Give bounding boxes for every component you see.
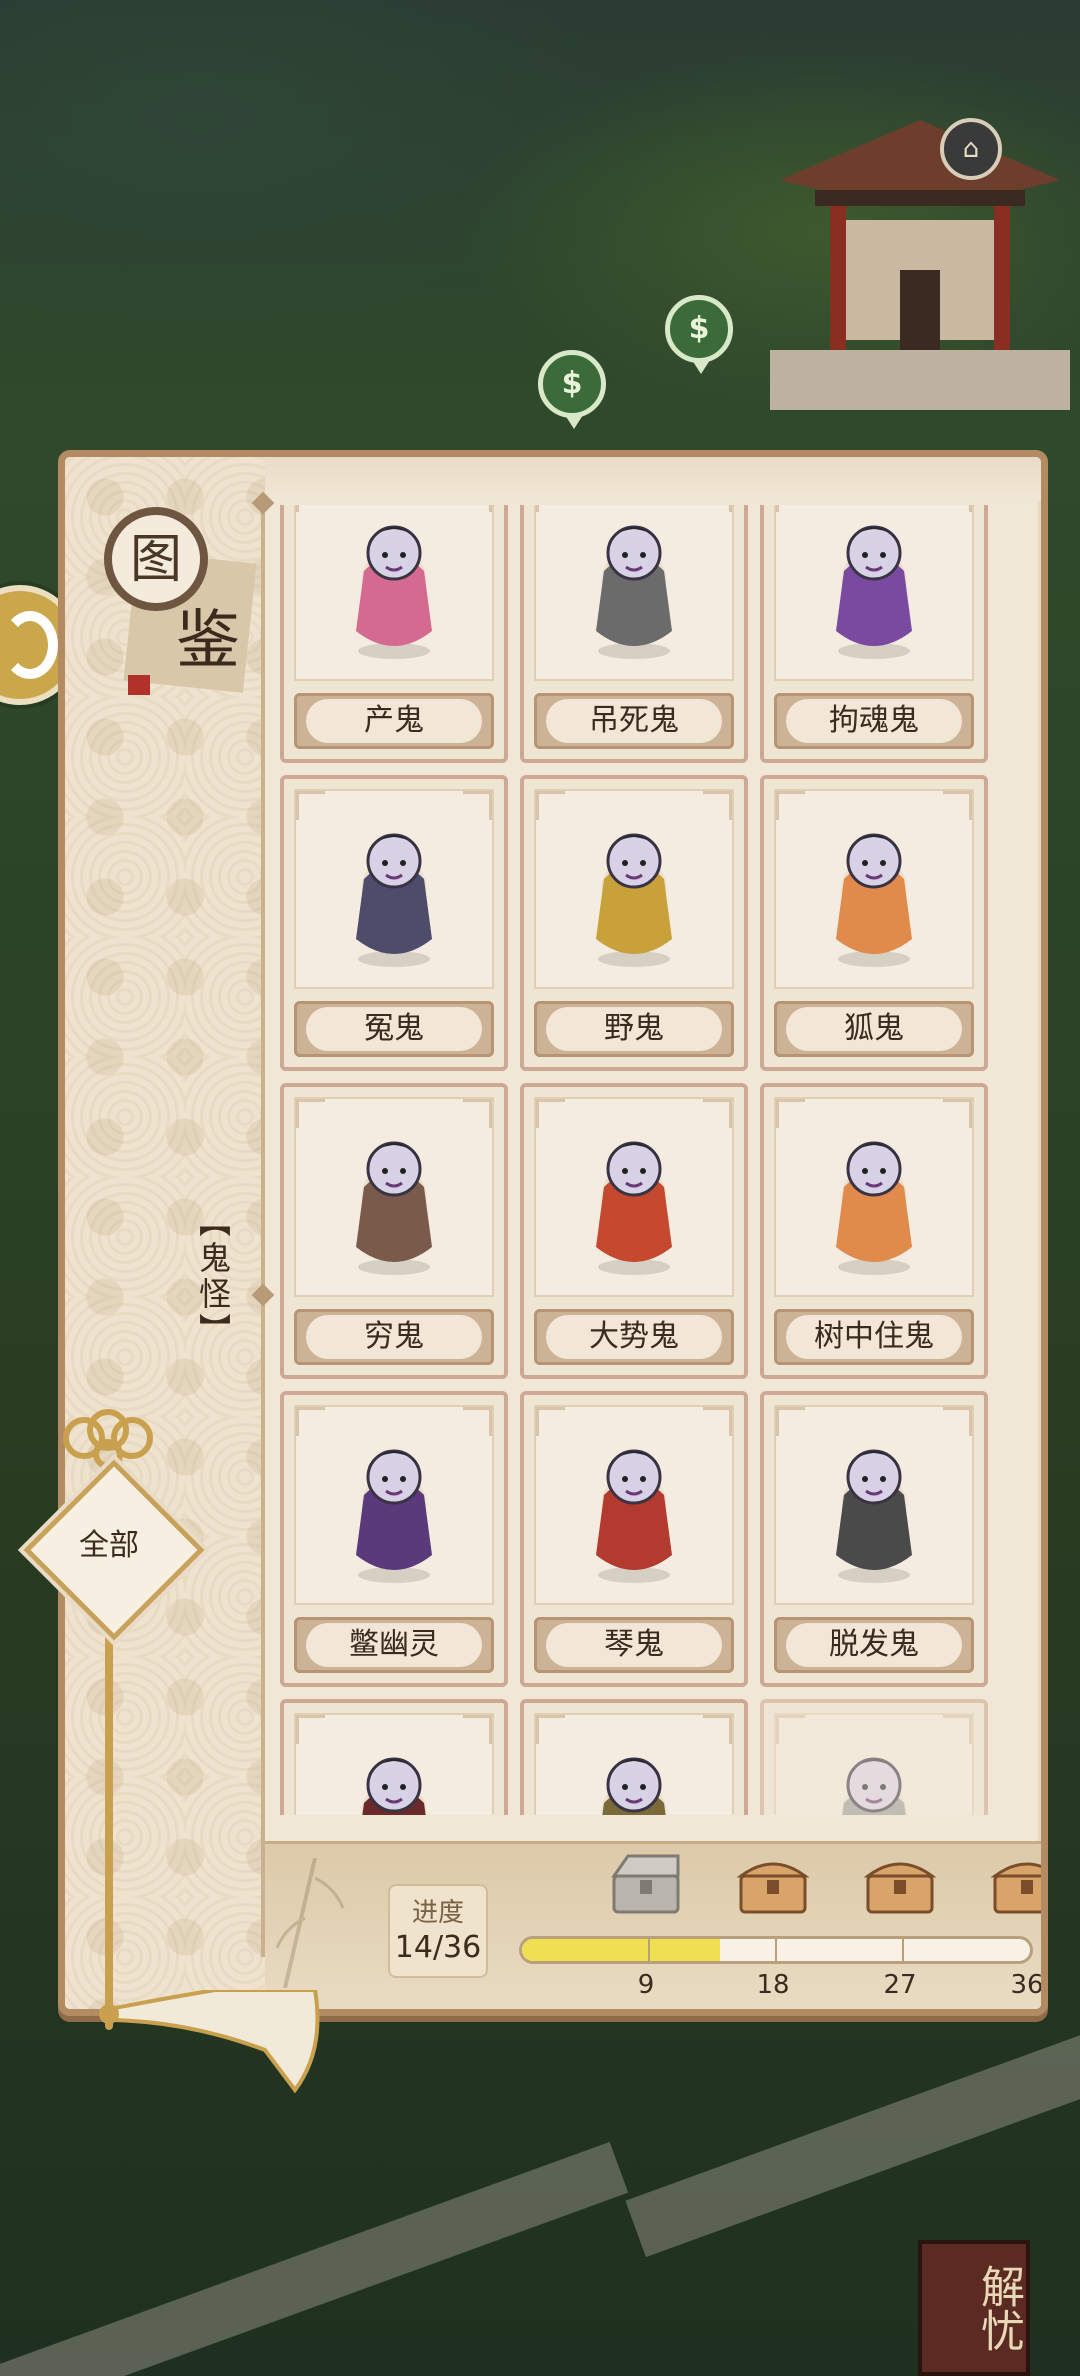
ghost-figure-icon bbox=[836, 833, 912, 967]
ghost-figure-icon bbox=[356, 1449, 432, 1583]
user-icon[interactable]: ⌂ bbox=[940, 118, 1002, 180]
temple-building bbox=[770, 120, 1070, 410]
ghost-name-bar: 狐鬼 bbox=[774, 1001, 974, 1057]
ghost-name-bar: 琴鬼 bbox=[534, 1617, 734, 1673]
ghost-card[interactable] bbox=[760, 1699, 988, 1815]
reward-chest-icon[interactable] bbox=[608, 1854, 684, 1916]
ghost-figure-icon bbox=[842, 1757, 906, 1815]
ghost-figure-icon bbox=[596, 525, 672, 659]
panel-sidebar: 图 鉴 bbox=[65, 457, 265, 2009]
milestone-label: 27 bbox=[883, 1970, 917, 2000]
ghost-name: 大势鬼 bbox=[546, 1315, 722, 1359]
title-char-1: 图 bbox=[130, 530, 182, 590]
ghost-card[interactable] bbox=[280, 1699, 508, 1815]
ghost-name-bar: 大势鬼 bbox=[534, 1309, 734, 1365]
ghost-figure-icon bbox=[836, 525, 912, 659]
progress-tick bbox=[902, 1939, 904, 1961]
milestone-label: 18 bbox=[756, 1970, 790, 2000]
progress-footer: 进度 14/36 9 18 27 36 bbox=[265, 1841, 1044, 2009]
ghost-figure-icon bbox=[356, 833, 432, 967]
reward-chest-icon[interactable] bbox=[989, 1854, 1048, 1916]
sidebar-divider bbox=[251, 491, 275, 1957]
ghost-name-bar: 脱发鬼 bbox=[774, 1617, 974, 1673]
ghost-name: 野鬼 bbox=[546, 1007, 722, 1051]
ghost-name: 吊死鬼 bbox=[546, 699, 722, 743]
progress-fill bbox=[522, 1939, 720, 1961]
ghost-card[interactable]: 吊死鬼 bbox=[520, 505, 748, 763]
filter-all-label[interactable]: 全部 bbox=[50, 1520, 168, 1564]
ghost-name-bar: 鳖幽灵 bbox=[294, 1617, 494, 1673]
ghost-name: 冤鬼 bbox=[306, 1007, 482, 1051]
ghost-figure-icon bbox=[356, 525, 432, 659]
milestone-label: 36 bbox=[1010, 1970, 1044, 2000]
ghost-name-bar: 穷鬼 bbox=[294, 1309, 494, 1365]
reward-chest-icon[interactable] bbox=[735, 1854, 811, 1916]
ghost-name: 产鬼 bbox=[306, 699, 482, 743]
ghost-card[interactable]: 野鬼 bbox=[520, 775, 748, 1071]
ghost-name-bar: 吊死鬼 bbox=[534, 693, 734, 749]
ghost-figure-icon bbox=[836, 1449, 912, 1583]
ghost-card[interactable] bbox=[520, 1699, 748, 1815]
ghost-name-bar: 树中住鬼 bbox=[774, 1309, 974, 1365]
ghost-card[interactable]: 冤鬼 bbox=[280, 775, 508, 1071]
title-char-2: 鉴 bbox=[176, 604, 240, 678]
ghost-name-bar: 产鬼 bbox=[294, 693, 494, 749]
ghost-name: 脱发鬼 bbox=[786, 1623, 962, 1667]
ghost-figure-icon bbox=[836, 1141, 912, 1275]
ghost-figure-icon bbox=[596, 1141, 672, 1275]
ghost-name-bar: 拘魂鬼 bbox=[774, 693, 974, 749]
ghost-figure-icon bbox=[362, 1757, 426, 1815]
ghost-card[interactable]: 鳖幽灵 bbox=[280, 1391, 508, 1687]
collection-title-seal: 图 鉴 bbox=[104, 507, 257, 695]
progress-label: 进度 bbox=[411, 1898, 464, 1928]
milestone-label: 9 bbox=[637, 1970, 655, 2000]
ghost-name: 鳖幽灵 bbox=[306, 1623, 482, 1667]
ghost-card[interactable]: 脱发鬼 bbox=[760, 1391, 988, 1687]
category-label[interactable]: 【鬼怪】 bbox=[191, 1205, 235, 1349]
ghost-name: 拘魂鬼 bbox=[786, 699, 962, 743]
ghost-card[interactable]: 穷鬼 bbox=[280, 1083, 508, 1379]
ghost-name: 琴鬼 bbox=[546, 1623, 722, 1667]
collect-bubble-icon[interactable]: $ bbox=[538, 350, 606, 429]
tassel-decoration bbox=[99, 1990, 320, 2094]
ghost-card[interactable]: 狐鬼 bbox=[760, 775, 988, 1071]
jieyou-sign[interactable]: 解忧 bbox=[918, 2240, 1030, 2376]
ghost-card[interactable]: 琴鬼 bbox=[520, 1391, 748, 1687]
progress-label-box: 进度 14/36 bbox=[388, 1884, 488, 1978]
ghost-name: 狐鬼 bbox=[786, 1007, 962, 1051]
ghost-card[interactable]: 大势鬼 bbox=[520, 1083, 748, 1379]
ghost-card[interactable]: 拘魂鬼 bbox=[760, 505, 988, 763]
ghost-card[interactable]: 树中住鬼 bbox=[760, 1083, 988, 1379]
progress-tick bbox=[648, 1939, 650, 1961]
ghost-figure-icon bbox=[596, 1449, 672, 1583]
ghost-grid[interactable]: 产鬼 吊死鬼 拘魂鬼冤鬼 野鬼 狐鬼穷鬼 大势鬼 树中住鬼鳖幽灵 琴鬼 脱发鬼 bbox=[280, 505, 1020, 1815]
progress-bar bbox=[519, 1936, 1033, 1964]
collect-bubble-icon[interactable]: $ bbox=[665, 295, 733, 374]
bamboo-decoration bbox=[275, 1858, 345, 1988]
collection-panel: 图 鉴 【鬼怪】 产鬼 吊死鬼 拘魂鬼冤鬼 野鬼 狐鬼穷鬼 大势鬼 树中住鬼鳖幽灵 琴鬼 脱发鬼… bbox=[58, 450, 1048, 2016]
ghost-name: 穷鬼 bbox=[306, 1315, 482, 1359]
progress-value: 14/36 bbox=[394, 1930, 482, 1965]
ghost-card[interactable]: 产鬼 bbox=[280, 505, 508, 763]
ghost-figure-icon bbox=[356, 1141, 432, 1275]
ghost-name-bar: 冤鬼 bbox=[294, 1001, 494, 1057]
reward-chest-icon[interactable] bbox=[862, 1854, 938, 1916]
progress-tick bbox=[775, 1939, 777, 1961]
ghost-figure-icon bbox=[602, 1757, 666, 1815]
ghost-figure-icon bbox=[596, 833, 672, 967]
ghost-name-bar: 野鬼 bbox=[534, 1001, 734, 1057]
ghost-name: 树中住鬼 bbox=[786, 1315, 962, 1359]
